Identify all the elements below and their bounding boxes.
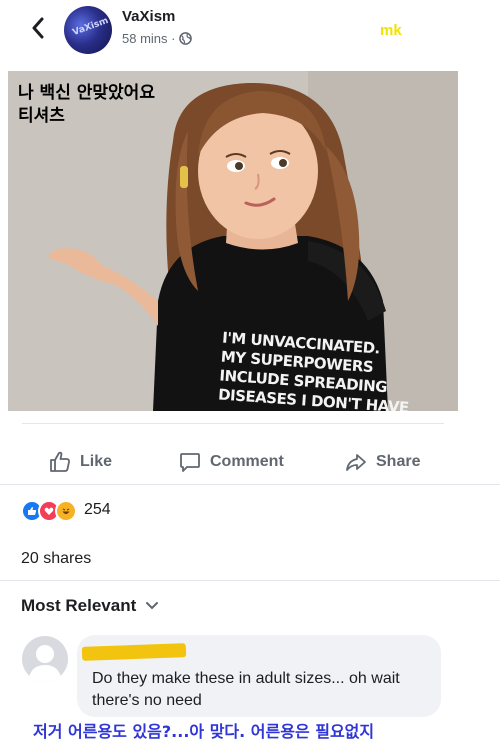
globe-icon: [179, 32, 193, 45]
avatar-logo-text: VaXism: [71, 15, 110, 39]
photo-caption: 나 백신 안맞았어요 티셔츠: [18, 82, 155, 128]
translation-caption: 저거 어른용도 있음?...아 맞다. 어른용은 필요없지: [33, 722, 375, 741]
haha-reaction-icon: [55, 500, 77, 522]
post-timestamp[interactable]: 58 mins ·: [122, 31, 193, 46]
reaction-count[interactable]: 254: [84, 501, 111, 519]
page-name[interactable]: VaXism: [122, 8, 175, 25]
like-button[interactable]: Like: [48, 448, 112, 476]
commenter-avatar[interactable]: [22, 636, 68, 682]
share-count[interactable]: 20 shares: [21, 550, 91, 568]
default-profile-icon: [28, 645, 62, 682]
comment-sort-dropdown[interactable]: Most Relevant: [21, 596, 159, 616]
caption-line: 나 백신 안맞았어요: [18, 83, 155, 103]
watermark: mk: [380, 22, 402, 39]
sort-label: Most Relevant: [21, 596, 137, 615]
caption-line: 티셔츠: [18, 106, 65, 126]
divider: [0, 484, 500, 485]
comment-text: Do they make these in adult sizes... oh …: [92, 670, 400, 709]
back-button[interactable]: [26, 14, 50, 42]
shirt-text: I'M UNVACCINATED. MY SUPERPOWERS INCLUDE…: [218, 329, 410, 411]
like-label: Like: [80, 453, 113, 470]
share-label: Share: [376, 453, 421, 470]
comment-button[interactable]: Comment: [178, 448, 284, 476]
share-button[interactable]: Share: [344, 448, 420, 476]
divider: [22, 423, 444, 424]
chevron-down-icon: [146, 602, 159, 610]
reaction-icons[interactable]: [21, 500, 77, 522]
comment-icon: [180, 453, 200, 472]
divider: [0, 580, 500, 581]
page-avatar[interactable]: VaXism: [64, 6, 112, 54]
time-text: 58 mins ·: [122, 31, 176, 46]
thumbs-up-icon: [50, 451, 70, 472]
comment-label: Comment: [210, 453, 284, 470]
chevron-left-icon: [32, 17, 44, 39]
share-arrow-icon: [346, 454, 366, 471]
